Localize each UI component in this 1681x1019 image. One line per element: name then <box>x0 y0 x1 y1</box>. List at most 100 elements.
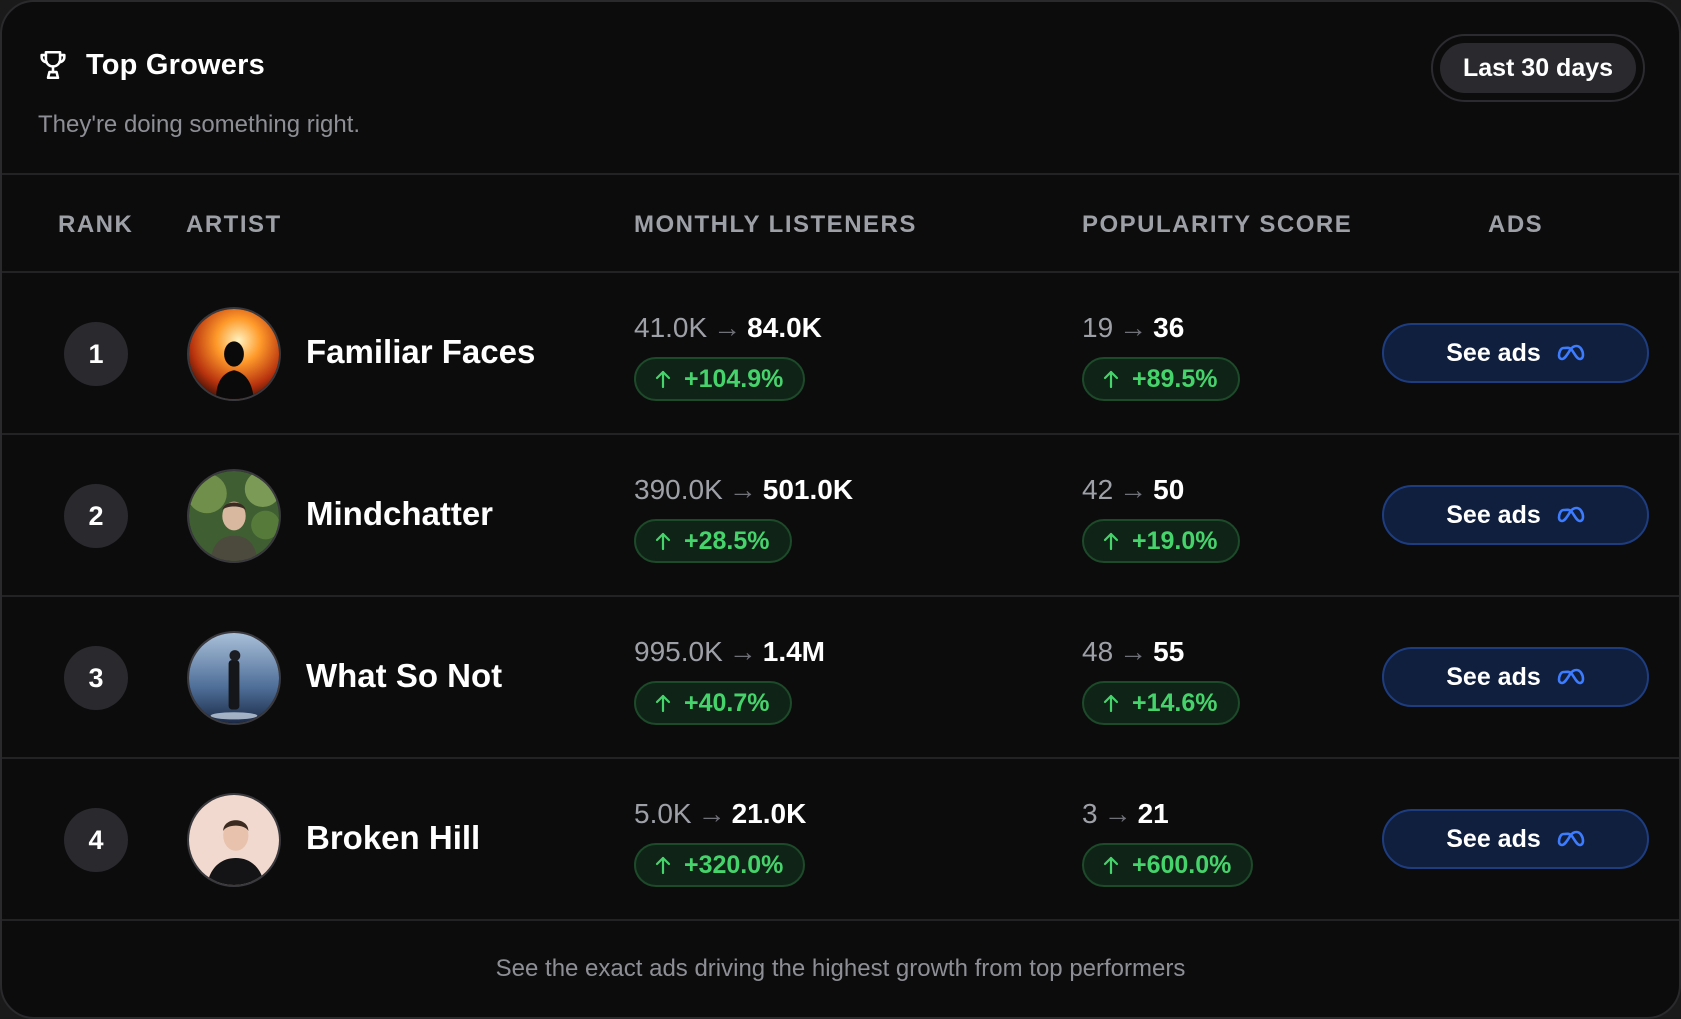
arrow-up-icon <box>1103 694 1119 713</box>
growth-badge: +104.9% <box>634 357 806 401</box>
rank-badge: 1 <box>64 322 128 386</box>
growth-badge: +14.6% <box>1082 681 1240 725</box>
popularity-to: 55 <box>1153 636 1185 667</box>
rank-badge: 2 <box>64 484 128 548</box>
arrow-right-icon: → <box>1103 798 1132 829</box>
meta-icon <box>1557 344 1585 361</box>
monthly-listeners-cell: 41.0K → 84.0K +104.9% <box>634 309 822 401</box>
meta-icon <box>1557 668 1585 685</box>
avatar <box>187 469 281 563</box>
see-ads-button[interactable]: See ads <box>1382 809 1649 869</box>
monthly-listeners-cell: 390.0K → 501.0K +28.5% <box>634 471 853 563</box>
popularity-from: 19 <box>1082 312 1114 343</box>
listeners-from: 390.0K <box>634 474 723 505</box>
artist-photo <box>189 795 279 885</box>
see-ads-label: See ads <box>1446 662 1541 691</box>
popularity-from: 3 <box>1082 798 1098 829</box>
growth-value: +40.7% <box>684 688 770 717</box>
listeners-to: 501.0K <box>762 474 854 505</box>
growth-badge: +28.5% <box>634 519 792 563</box>
listeners-from: 5.0K <box>634 798 692 829</box>
growth-value: +19.0% <box>1132 526 1218 555</box>
artist-photo <box>189 633 279 723</box>
meta-icon <box>1557 506 1585 523</box>
see-ads-label: See ads <box>1446 824 1541 853</box>
column-header-artist: ARTIST <box>186 211 282 238</box>
artist-photo <box>189 471 279 561</box>
see-ads-button[interactable]: See ads <box>1382 323 1649 383</box>
rank-badge: 4 <box>64 808 128 872</box>
growth-badge: +89.5% <box>1082 357 1240 401</box>
growth-value: +14.6% <box>1132 688 1218 717</box>
arrow-up-icon <box>655 370 671 389</box>
popularity-to: 21 <box>1137 798 1169 829</box>
see-ads-button[interactable]: See ads <box>1382 485 1649 545</box>
footer-text: See the exact ads driving the highest gr… <box>495 955 1186 982</box>
popularity-score-cell: 19 → 36 +89.5% <box>1082 309 1240 401</box>
table-row: 1 Familiar Faces 41.0K → 84.0K +104.9% 1… <box>2 273 1679 435</box>
column-header-popularity-score: POPULARITY SCORE <box>1082 211 1353 238</box>
listeners-from: 41.0K <box>634 312 708 343</box>
arrow-up-icon <box>655 856 671 875</box>
trophy-icon <box>40 50 66 80</box>
table-row: 3 What So Not 995.0K → 1.4M +40.7% 48 → … <box>2 597 1679 759</box>
arrow-right-icon: → <box>728 474 757 505</box>
column-header-rank: RANK <box>58 211 134 238</box>
artist-name[interactable]: What So Not <box>306 657 502 695</box>
avatar <box>187 307 281 401</box>
monthly-listeners-cell: 5.0K → 21.0K +320.0% <box>634 795 806 887</box>
artist-photo <box>189 309 279 399</box>
arrow-up-icon <box>1103 370 1119 389</box>
see-ads-button[interactable]: See ads <box>1382 647 1649 707</box>
arrow-right-icon: → <box>697 798 726 829</box>
popularity-to: 50 <box>1153 474 1185 505</box>
listeners-to: 1.4M <box>762 636 825 667</box>
growth-value: +320.0% <box>684 850 784 879</box>
arrow-up-icon <box>655 694 671 713</box>
growth-badge: +600.0% <box>1082 843 1254 887</box>
growth-value: +104.9% <box>684 364 784 393</box>
date-range-button[interactable]: Last 30 days <box>1440 43 1636 93</box>
arrow-right-icon: → <box>1119 312 1148 343</box>
listeners-to: 21.0K <box>731 798 807 829</box>
table-row: 4 Broken Hill 5.0K → 21.0K +320.0% 3 → 21 <box>2 759 1679 921</box>
popularity-to: 36 <box>1153 312 1185 343</box>
monthly-listeners-cell: 995.0K → 1.4M +40.7% <box>634 633 825 725</box>
see-ads-label: See ads <box>1446 500 1541 529</box>
popularity-score-cell: 42 → 50 +19.0% <box>1082 471 1240 563</box>
column-header-monthly-listeners: MONTHLY LISTENERS <box>634 211 917 238</box>
avatar <box>187 631 281 725</box>
card-header: Top Growers They're doing something righ… <box>2 2 1679 175</box>
see-ads-label: See ads <box>1446 338 1541 367</box>
growth-badge: +320.0% <box>634 843 806 887</box>
page-subtitle: They're doing something right. <box>38 111 361 138</box>
arrow-up-icon <box>1103 856 1119 875</box>
title-row: Top Growers <box>36 48 265 82</box>
card-footer: See the exact ads driving the highest gr… <box>2 923 1679 1017</box>
rank-badge: 3 <box>64 646 128 710</box>
arrow-right-icon: → <box>713 312 742 343</box>
date-range-selector: Last 30 days <box>1431 34 1645 102</box>
avatar <box>187 793 281 887</box>
column-header-ads: ADS <box>1488 211 1544 238</box>
growth-badge: +19.0% <box>1082 519 1240 563</box>
popularity-from: 42 <box>1082 474 1114 505</box>
page-title: Top Growers <box>86 48 265 81</box>
popularity-score-cell: 3 → 21 +600.0% <box>1082 795 1254 887</box>
arrow-right-icon: → <box>1119 636 1148 667</box>
meta-icon <box>1557 830 1585 847</box>
growth-value: +600.0% <box>1132 850 1232 879</box>
popularity-from: 48 <box>1082 636 1114 667</box>
table-header: RANK ARTIST MONTHLY LISTENERS POPULARITY… <box>2 175 1679 273</box>
arrow-right-icon: → <box>728 636 757 667</box>
table-row: 2 Mindchatter 390.0K → 501.0K +28.5% 42 … <box>2 435 1679 597</box>
artist-name[interactable]: Familiar Faces <box>306 333 535 371</box>
artist-name[interactable]: Mindchatter <box>306 495 493 533</box>
growth-value: +89.5% <box>1132 364 1218 393</box>
listeners-from: 995.0K <box>634 636 723 667</box>
artist-name[interactable]: Broken Hill <box>306 819 480 857</box>
arrow-up-icon <box>1103 532 1119 551</box>
arrow-up-icon <box>655 532 671 551</box>
top-growers-card: Top Growers They're doing something righ… <box>0 0 1681 1019</box>
growth-value: +28.5% <box>684 526 770 555</box>
